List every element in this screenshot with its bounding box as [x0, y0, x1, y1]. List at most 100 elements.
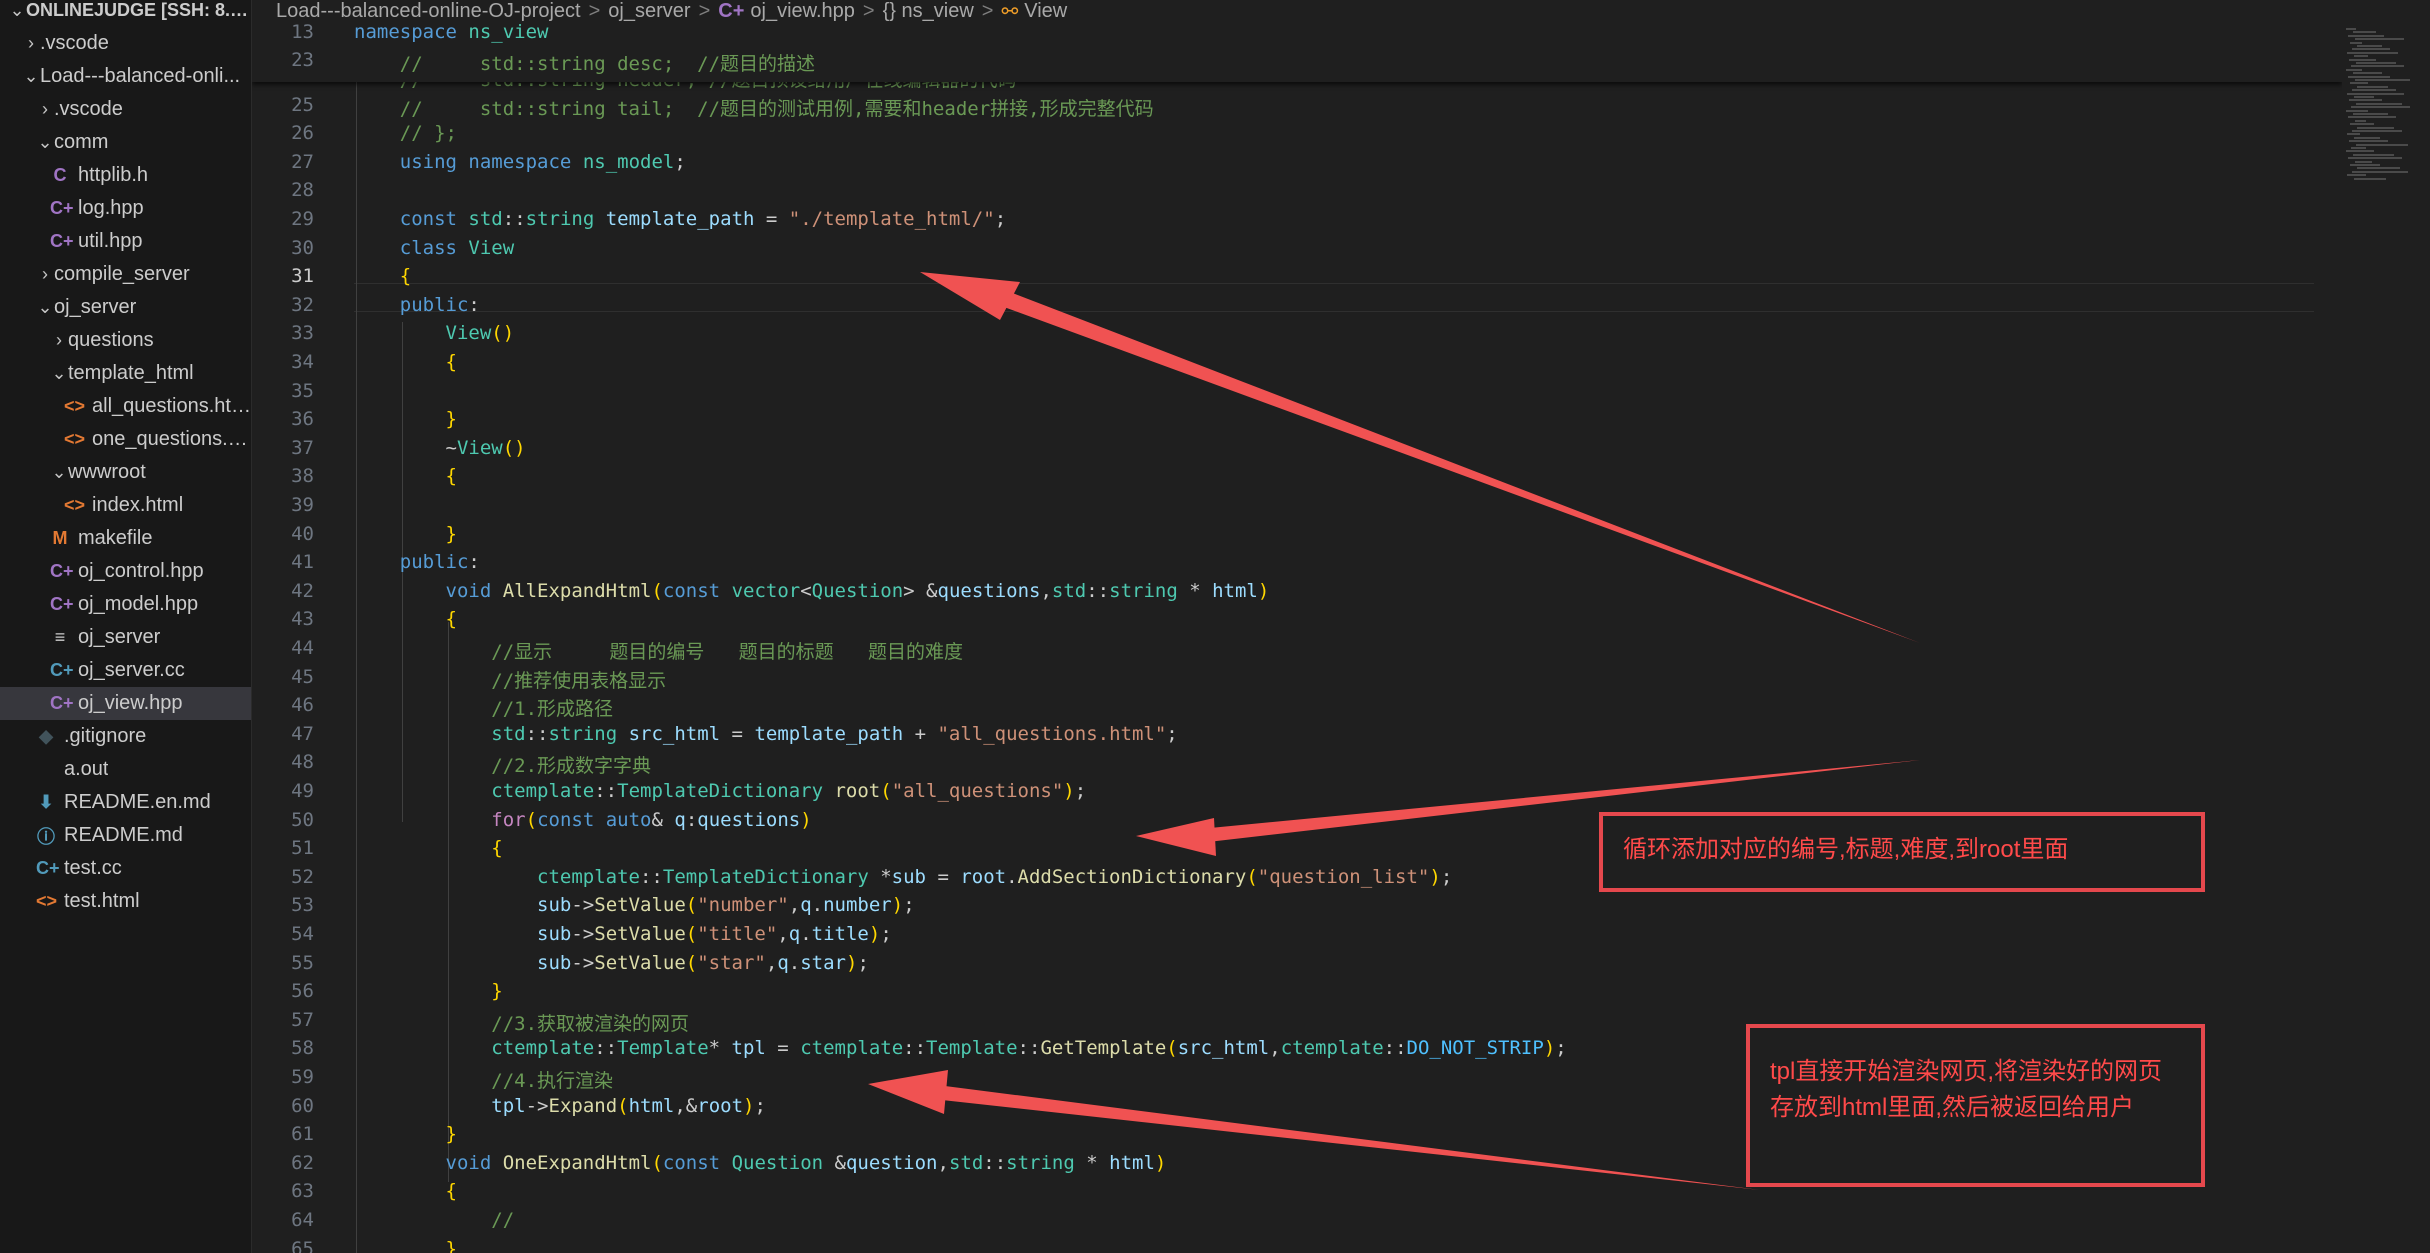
tree-folder[interactable]: ⌄ template_html [0, 357, 251, 390]
code-line[interactable]: } [354, 1123, 457, 1145]
line-number: 65 [291, 1237, 314, 1253]
tree-file[interactable]: ◆ .gitignore [0, 720, 251, 753]
tree-file[interactable]: a.out [0, 753, 251, 786]
file-type-icon: <> [64, 429, 86, 449]
file-type-icon: C+ [36, 858, 60, 878]
tree-folder[interactable]: ⌄ Load---balanced-onli... [0, 60, 251, 93]
code-line[interactable]: std::string src_html = template_path + "… [354, 723, 1177, 745]
code-line[interactable]: } [354, 1238, 457, 1253]
code-line[interactable]: //1.形成路径 [354, 694, 613, 721]
code-line[interactable]: //4.执行渲染 [354, 1066, 613, 1093]
code-line[interactable]: // }; [354, 122, 457, 144]
sticky-code-line[interactable]: namespace ns_view [354, 22, 548, 43]
code-line[interactable]: { [354, 1180, 457, 1202]
tree-item-label: template_html [68, 362, 194, 384]
code-line[interactable]: sub->SetValue("number",q.number); [354, 894, 915, 916]
code-line[interactable]: ~View() [354, 437, 526, 459]
code-line[interactable]: ctemplate::Template* tpl = ctemplate::Te… [354, 1037, 1566, 1059]
code-line[interactable]: const std::string template_path = "./tem… [354, 208, 1006, 230]
tree-item-label: oj_model.hpp [78, 593, 199, 615]
code-line[interactable]: { [354, 265, 411, 287]
line-number: 58 [291, 1037, 314, 1060]
tree-file[interactable]: <> index.html [0, 489, 251, 522]
tree-item-label: oj_server.cc [78, 659, 185, 681]
code-line[interactable]: void AllExpandHtml(const vector<Question… [354, 580, 1270, 602]
chevron-right-icon: > [588, 0, 601, 22]
tree-file[interactable]: <> all_questions.html [0, 390, 251, 423]
tree-file[interactable]: <> one_questions.ht... [0, 423, 251, 456]
tree-file[interactable]: Chttplib.h [0, 159, 251, 192]
code-line[interactable]: } [354, 408, 457, 430]
breadcrumb-item-folder[interactable]: oj_server [608, 0, 690, 23]
tree-folder[interactable]: ⌄ wwwroot [0, 456, 251, 489]
code-line[interactable]: tpl->Expand(html,&root); [354, 1095, 766, 1117]
line-number: 42 [291, 579, 314, 602]
code-line[interactable]: class View [354, 237, 514, 259]
code-line[interactable]: { [354, 351, 457, 373]
explorer-root-header[interactable]: ⌄ ONLINEJUDGE [SSH: 8.130... [0, 0, 251, 27]
code-line[interactable]: } [354, 523, 457, 545]
line-number: 52 [291, 865, 314, 888]
tree-file[interactable]: ⓘ README.md [0, 819, 251, 852]
tree-file[interactable]: ≡ oj_server [0, 621, 251, 654]
code-line[interactable]: public: [354, 294, 480, 316]
code-line[interactable]: // [354, 1209, 514, 1231]
code-line[interactable]: { [354, 465, 457, 487]
code-line[interactable]: } [354, 980, 502, 1002]
tree-file[interactable]: C+ oj_model.hpp [0, 588, 251, 621]
code-line[interactable]: //3.获取被渲染的网页 [354, 1009, 689, 1036]
tree-file[interactable]: C+ test.cc [0, 852, 251, 885]
code-line[interactable]: ctemplate::TemplateDictionary *sub = roo… [354, 866, 1452, 888]
code-line[interactable]: void OneExpandHtml(const Question &quest… [354, 1152, 1167, 1174]
sticky-code-line[interactable]: // std::string desc; //题目的描述 [354, 49, 815, 76]
breadcrumb-item-file[interactable]: oj_view.hpp [750, 0, 855, 23]
line-number: 28 [291, 179, 314, 202]
tree-folder[interactable]: ⌄ oj_server [0, 291, 251, 324]
minimap-line [2355, 38, 2404, 41]
code-line[interactable]: sub->SetValue("star",q.star); [354, 952, 869, 974]
minimap-line [2346, 68, 2362, 71]
chevron-down-icon: ⌄ [51, 363, 67, 383]
code-line[interactable]: ctemplate::TemplateDictionary root("all_… [354, 780, 1086, 802]
tree-folder[interactable]: › .vscode [0, 27, 251, 60]
code-line[interactable]: using namespace ns_model; [354, 151, 686, 173]
minimap[interactable] [2342, 22, 2430, 1253]
file-type-icon: C+ [50, 198, 74, 218]
tree-folder[interactable]: ⌄ comm [0, 126, 251, 159]
tree-file[interactable]: C+ util.hpp [0, 225, 251, 258]
tree-file[interactable]: C+ oj_view.hpp [0, 687, 251, 720]
line-number: 40 [291, 522, 314, 545]
code-line[interactable]: //2.形成数字字典 [354, 751, 651, 778]
tree-folder[interactable]: › questions [0, 324, 251, 357]
tree-file[interactable]: C+ log.hpp [0, 192, 251, 225]
minimap-line [2352, 130, 2402, 132]
code-editor[interactable]: 24 // std::string header; //题目预设给用户在线编辑器… [252, 22, 2342, 1253]
tree-file[interactable]: ⬇ README.en.md [0, 786, 251, 819]
code-line[interactable]: // std::string tail; //题目的测试用例,需要和header… [354, 94, 1154, 121]
code-line[interactable]: sub->SetValue("title",q.title); [354, 923, 892, 945]
line-number: 32 [291, 293, 314, 316]
minimap-line [2352, 170, 2408, 173]
code-line[interactable]: public: [354, 551, 480, 573]
line-number: 35 [291, 379, 314, 402]
tree-file[interactable]: Mmakefile [0, 522, 251, 555]
code-line[interactable]: { [354, 608, 457, 630]
sticky-scroll-header[interactable]: 13 namespace ns_view 23 // std::string des… [252, 22, 2342, 82]
tree-file[interactable]: C+ oj_server.cc [0, 654, 251, 687]
minimap-line [2354, 177, 2386, 180]
tree-folder[interactable]: › compile_server [0, 258, 251, 291]
tree-file[interactable]: <> test.html [0, 885, 251, 918]
tree-file[interactable]: C+ oj_control.hpp [0, 555, 251, 588]
breadcrumb-item-namespace[interactable]: {} ns_view [883, 0, 974, 23]
breadcrumb-item-class[interactable]: View [1024, 0, 1067, 23]
breadcrumb-item-project[interactable]: Load---balanced-online-OJ-project [276, 0, 581, 23]
code-line[interactable]: { [354, 837, 502, 859]
code-line[interactable]: for(const auto& q:questions) [354, 809, 811, 831]
chevron-right-icon: › [42, 99, 48, 119]
tree-folder[interactable]: › .vscode [0, 93, 251, 126]
tree-item-label: test.cc [64, 857, 122, 879]
file-type-icon: C+ [50, 561, 74, 581]
code-line[interactable]: View() [354, 322, 515, 344]
code-line[interactable]: //推荐使用表格显示 [354, 666, 666, 693]
code-line[interactable]: //显示 题目的编号 题目的标题 题目的难度 [354, 637, 963, 664]
